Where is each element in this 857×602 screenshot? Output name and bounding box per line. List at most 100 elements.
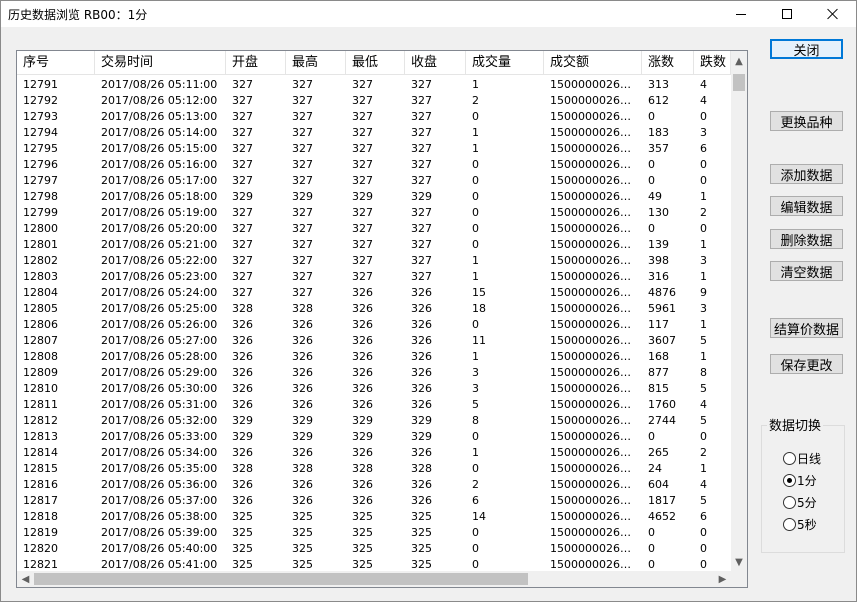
- column-header[interactable]: 成交额: [544, 51, 642, 75]
- table-row[interactable]: 12801 2017/08/26 05:21:00 327 327 327 327 0 150…: [17, 237, 731, 253]
- table-row[interactable]: 12819 2017/08/26 05:39:00 325 325 325 325 0 150…: [17, 525, 731, 541]
- table-cell: 15000000266...: [550, 222, 638, 235]
- table-row[interactable]: 12791 2017/08/26 05:11:00 327 327 327 327 1 150…: [17, 77, 731, 93]
- horizontal-scrollbar[interactable]: ◀ ▶: [17, 571, 731, 587]
- vertical-scroll-thumb[interactable]: [733, 74, 745, 91]
- data-grid[interactable]: 序号 交易时间 开盘 最高 最低 收盘 成交量 成交额 涨数 跌数 12791 2017/08/26…: [16, 50, 748, 588]
- scroll-down-arrow-icon[interactable]: ▼: [731, 554, 747, 571]
- table-row[interactable]: 12809 2017/08/26 05:29:00 326 326 326 326 3 150…: [17, 365, 731, 381]
- table-row[interactable]: 12794 2017/08/26 05:14:00 327 327 327 327 1 150…: [17, 125, 731, 141]
- window-close-button[interactable]: [810, 1, 856, 27]
- table-cell: 326: [232, 334, 253, 347]
- table-row[interactable]: 12805 2017/08/26 05:25:00 328 328 326 326 18 15…: [17, 301, 731, 317]
- table-cell: 326: [232, 478, 253, 491]
- column-header[interactable]: 开盘: [226, 51, 286, 75]
- table-cell: 326: [411, 350, 432, 363]
- table-row[interactable]: 12813 2017/08/26 05:33:00 329 329 329 329 0 150…: [17, 429, 731, 445]
- table-cell: 1: [472, 270, 479, 283]
- table-row[interactable]: 12820 2017/08/26 05:40:00 325 325 325 325 0 150…: [17, 541, 731, 557]
- table-cell: 329: [352, 190, 373, 203]
- save-changes-button[interactable]: 保存更改: [770, 354, 843, 374]
- horizontal-scroll-thumb[interactable]: [34, 573, 528, 585]
- table-row[interactable]: 12811 2017/08/26 05:31:00 326 326 326 326 5 150…: [17, 397, 731, 413]
- radio-daily[interactable]: 日线: [783, 450, 821, 466]
- edit-data-button[interactable]: 编辑数据: [770, 196, 843, 216]
- table-cell: 326: [411, 478, 432, 491]
- table-row[interactable]: 12817 2017/08/26 05:37:00 326 326 326 326 6 150…: [17, 493, 731, 509]
- column-header[interactable]: 最高: [286, 51, 346, 75]
- radio-5min[interactable]: 5分: [783, 494, 817, 510]
- scroll-corner: [731, 571, 747, 587]
- table-cell: 327: [232, 286, 253, 299]
- table-row[interactable]: 12806 2017/08/26 05:26:00 326 326 326 326 0 150…: [17, 317, 731, 333]
- table-cell: 326: [292, 350, 313, 363]
- column-header[interactable]: 成交量: [466, 51, 544, 75]
- table-cell: 2017/08/26 05:29:00: [101, 366, 218, 379]
- table-cell: 12809: [23, 366, 58, 379]
- table-row[interactable]: 12804 2017/08/26 05:24:00 327 327 326 326 15 15…: [17, 285, 731, 301]
- table-cell: 12801: [23, 238, 58, 251]
- table-cell: 265: [648, 446, 669, 459]
- table-row[interactable]: 12802 2017/08/26 05:22:00 327 327 327 327 1 150…: [17, 253, 731, 269]
- column-header[interactable]: 最低: [346, 51, 405, 75]
- scroll-up-arrow-icon[interactable]: ▲: [731, 53, 747, 70]
- table-cell: 326: [352, 446, 373, 459]
- scroll-left-arrow-icon[interactable]: ◀: [17, 571, 34, 587]
- table-cell: 2017/08/26 05:27:00: [101, 334, 218, 347]
- clear-data-button[interactable]: 清空数据: [770, 261, 843, 281]
- table-cell: 12793: [23, 110, 58, 123]
- close-button[interactable]: 关闭: [770, 39, 843, 59]
- maximize-button[interactable]: [764, 1, 810, 27]
- vertical-scrollbar[interactable]: ▲ ▼: [731, 51, 747, 571]
- table-row[interactable]: 12821 2017/08/26 05:41:00 325 325 325 325 0 150…: [17, 557, 731, 571]
- table-cell: 326: [411, 366, 432, 379]
- table-cell: 139: [648, 238, 669, 251]
- table-cell: 815: [648, 382, 669, 395]
- table-row[interactable]: 12815 2017/08/26 05:35:00 328 328 328 328 0 150…: [17, 461, 731, 477]
- settlement-data-button[interactable]: 结算价数据: [770, 318, 843, 338]
- title-bar[interactable]: 历史数据浏览 RB00：1分: [1, 1, 856, 27]
- table-row[interactable]: 12810 2017/08/26 05:30:00 326 326 326 326 3 150…: [17, 381, 731, 397]
- table-row[interactable]: 12795 2017/08/26 05:15:00 327 327 327 327 1 150…: [17, 141, 731, 157]
- table-row[interactable]: 12798 2017/08/26 05:18:00 329 329 329 329 0 150…: [17, 189, 731, 205]
- table-cell: 327: [352, 254, 373, 267]
- table-cell: 15000000266...: [550, 302, 638, 315]
- table-cell: 325: [232, 510, 253, 523]
- table-row[interactable]: 12814 2017/08/26 05:34:00 326 326 326 326 1 150…: [17, 445, 731, 461]
- column-header[interactable]: 序号: [17, 51, 95, 75]
- table-cell: 4: [700, 94, 707, 107]
- table-row[interactable]: 12793 2017/08/26 05:13:00 327 327 327 327 0 150…: [17, 109, 731, 125]
- table-row[interactable]: 12799 2017/08/26 05:19:00 327 327 327 327 0 150…: [17, 205, 731, 221]
- table-row[interactable]: 12816 2017/08/26 05:36:00 326 326 326 326 2 150…: [17, 477, 731, 493]
- table-row[interactable]: 12812 2017/08/26 05:32:00 329 329 329 329 8 150…: [17, 413, 731, 429]
- column-header[interactable]: 收盘: [405, 51, 466, 75]
- table-row[interactable]: 12818 2017/08/26 05:38:00 325 325 325 325 14 15…: [17, 509, 731, 525]
- table-cell: 327: [411, 78, 432, 91]
- table-row[interactable]: 12803 2017/08/26 05:23:00 327 327 327 327 1 150…: [17, 269, 731, 285]
- table-cell: 12818: [23, 510, 58, 523]
- grid-body[interactable]: 12791 2017/08/26 05:11:00 327 327 327 327 1 150…: [17, 77, 731, 571]
- table-cell: 327: [352, 174, 373, 187]
- table-row[interactable]: 12800 2017/08/26 05:20:00 327 327 327 327 0 150…: [17, 221, 731, 237]
- table-cell: 4: [700, 78, 707, 91]
- add-data-button[interactable]: 添加数据: [770, 164, 843, 184]
- table-row[interactable]: 12796 2017/08/26 05:16:00 327 327 327 327 0 150…: [17, 157, 731, 173]
- table-row[interactable]: 12808 2017/08/26 05:28:00 326 326 326 326 1 150…: [17, 349, 731, 365]
- table-row[interactable]: 12792 2017/08/26 05:12:00 327 327 327 327 2 150…: [17, 93, 731, 109]
- table-cell: 326: [352, 494, 373, 507]
- column-header[interactable]: 跌数: [694, 51, 731, 75]
- scroll-right-arrow-icon[interactable]: ▶: [714, 571, 731, 587]
- table-row[interactable]: 12807 2017/08/26 05:27:00 326 326 326 326 11 15…: [17, 333, 731, 349]
- delete-data-button[interactable]: 删除数据: [770, 229, 843, 249]
- table-cell: 2744: [648, 414, 676, 427]
- table-cell: 2017/08/26 05:33:00: [101, 430, 218, 443]
- minimize-button[interactable]: [718, 1, 764, 27]
- change-symbol-button[interactable]: 更换品种: [770, 111, 843, 131]
- table-cell: 326: [292, 398, 313, 411]
- column-header[interactable]: 涨数: [642, 51, 694, 75]
- table-row[interactable]: 12797 2017/08/26 05:17:00 327 327 327 327 0 150…: [17, 173, 731, 189]
- table-cell: 877: [648, 366, 669, 379]
- radio-1min[interactable]: 1分: [783, 472, 817, 488]
- column-header[interactable]: 交易时间: [95, 51, 226, 75]
- radio-5sec[interactable]: 5秒: [783, 516, 817, 532]
